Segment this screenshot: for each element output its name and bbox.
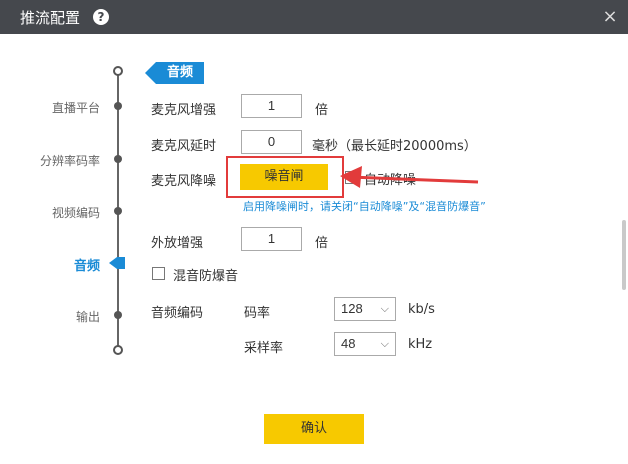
sidebar-item-resolution[interactable]: 分辨率码率 bbox=[0, 152, 100, 169]
nav-node-output bbox=[114, 311, 122, 319]
help-icon[interactable]: ? bbox=[93, 9, 109, 25]
timeline-end-node bbox=[113, 345, 123, 355]
samplerate-label: 采样率 bbox=[244, 341, 284, 356]
confirm-button[interactable]: 确认 bbox=[264, 414, 364, 444]
chevron-down-icon: ⌵ bbox=[380, 303, 389, 315]
nav-node-resolution bbox=[114, 155, 122, 163]
sidebar-item-video-codec[interactable]: 视频编码 bbox=[0, 204, 100, 221]
mix-protect-label: 混音防爆音 bbox=[173, 269, 239, 284]
bitrate-value: 128 bbox=[341, 301, 363, 316]
sidebar-item-output[interactable]: 输出 bbox=[0, 308, 100, 325]
section-title: 音频 bbox=[156, 62, 204, 84]
nav-node-video bbox=[114, 207, 122, 215]
audio-codec-label: 音频编码 bbox=[151, 306, 204, 321]
speaker-boost-input[interactable]: 1 bbox=[241, 227, 302, 251]
bitrate-unit: kb/s bbox=[408, 302, 435, 317]
bitrate-select[interactable]: 128 ⌵ bbox=[334, 297, 396, 321]
samplerate-unit: kHz bbox=[408, 337, 433, 352]
annotation-highlight-box bbox=[226, 156, 344, 198]
sidebar-item-platform[interactable]: 直播平台 bbox=[0, 99, 100, 116]
bitrate-label: 码率 bbox=[244, 306, 271, 321]
mic-delay-unit: 毫秒（最长延时20000ms） bbox=[312, 139, 477, 154]
auto-denoise-label: 自动降噪 bbox=[364, 173, 417, 188]
sidebar-item-audio[interactable]: 音频 bbox=[0, 255, 100, 274]
mic-boost-unit: 倍 bbox=[315, 103, 329, 118]
denoise-hint: 启用降噪闸时，请关闭“自动降噪”及“混音防爆音” bbox=[243, 200, 486, 213]
window-title: 推流配置 bbox=[20, 9, 81, 27]
speaker-boost-label: 外放增强 bbox=[151, 236, 204, 251]
mic-delay-label: 麦克风延时 bbox=[151, 139, 217, 154]
chevron-down-icon: ⌵ bbox=[380, 338, 389, 350]
auto-denoise-checkbox[interactable] bbox=[345, 171, 358, 184]
mix-protect-checkbox[interactable] bbox=[152, 267, 165, 280]
nav-node-platform bbox=[114, 102, 122, 110]
mic-denoise-label: 麦克风降噪 bbox=[151, 174, 217, 189]
mic-delay-input[interactable]: 0 bbox=[241, 130, 302, 154]
samplerate-select[interactable]: 48 ⌵ bbox=[334, 332, 396, 356]
close-icon[interactable]: × bbox=[600, 7, 620, 27]
mic-boost-label: 麦克风增强 bbox=[151, 103, 217, 118]
mic-boost-input[interactable]: 1 bbox=[241, 94, 302, 118]
title-bar: 推流配置 ? × bbox=[0, 0, 628, 34]
timeline-start-node bbox=[113, 66, 123, 76]
scrollbar[interactable] bbox=[622, 220, 626, 290]
annotation-arrow-icon bbox=[340, 166, 479, 188]
speaker-boost-unit: 倍 bbox=[315, 236, 329, 251]
nav-active-indicator bbox=[109, 257, 117, 269]
nav-active-marker bbox=[117, 257, 125, 269]
section-tag-arrow bbox=[145, 62, 156, 84]
samplerate-value: 48 bbox=[341, 336, 356, 351]
